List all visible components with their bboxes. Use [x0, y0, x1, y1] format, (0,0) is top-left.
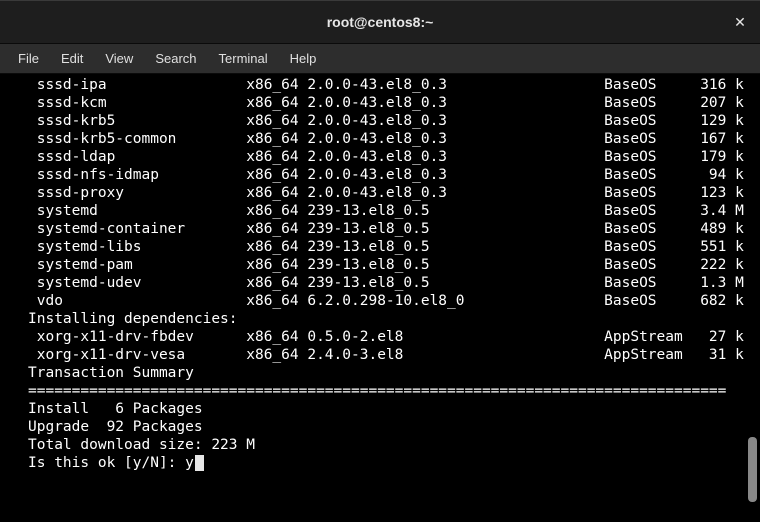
- summary-rule: ========================================…: [0, 382, 760, 400]
- dep-row: xorg-x11-drv-fbdev x86_64 0.5.0-2.el8 Ap…: [28, 328, 760, 346]
- package-row: systemd-pam x86_64 239-13.el8_0.5 BaseOS…: [28, 256, 760, 274]
- terminal-output[interactable]: sssd-ipa x86_64 2.0.0-43.el8_0.3 BaseOS …: [0, 74, 760, 522]
- terminal-window: root@centos8:~ ✕ File Edit View Search T…: [0, 0, 760, 522]
- menubar: File Edit View Search Terminal Help: [0, 44, 760, 74]
- package-row: sssd-nfs-idmap x86_64 2.0.0-43.el8_0.3 B…: [28, 166, 760, 184]
- scrollbar[interactable]: [748, 60, 757, 502]
- package-row: sssd-ipa x86_64 2.0.0-43.el8_0.3 BaseOS …: [28, 76, 760, 94]
- package-row: sssd-krb5-common x86_64 2.0.0-43.el8_0.3…: [28, 130, 760, 148]
- menu-help[interactable]: Help: [280, 47, 327, 70]
- package-row: sssd-kcm x86_64 2.0.0-43.el8_0.3 BaseOS …: [28, 94, 760, 112]
- deps-header: Installing dependencies:: [0, 310, 760, 328]
- package-row: systemd-container x86_64 239-13.el8_0.5 …: [28, 220, 760, 238]
- confirm-prompt[interactable]: Is this ok [y/N]: y: [0, 454, 760, 472]
- titlebar: root@centos8:~ ✕: [0, 0, 760, 44]
- package-row: sssd-ldap x86_64 2.0.0-43.el8_0.3 BaseOS…: [28, 148, 760, 166]
- close-icon[interactable]: ✕: [730, 12, 750, 32]
- summary-install: Install 6 Packages: [0, 400, 760, 418]
- package-row: sssd-krb5 x86_64 2.0.0-43.el8_0.3 BaseOS…: [28, 112, 760, 130]
- cursor: [195, 455, 204, 471]
- package-row: systemd-libs x86_64 239-13.el8_0.5 BaseO…: [28, 238, 760, 256]
- package-row: systemd-udev x86_64 239-13.el8_0.5 BaseO…: [28, 274, 760, 292]
- menu-view[interactable]: View: [95, 47, 143, 70]
- summary-total: Total download size: 223 M: [0, 436, 760, 454]
- window-title: root@centos8:~: [327, 14, 434, 30]
- menu-file[interactable]: File: [8, 47, 49, 70]
- menu-edit[interactable]: Edit: [51, 47, 93, 70]
- menu-terminal[interactable]: Terminal: [209, 47, 278, 70]
- summary-upgrade: Upgrade 92 Packages: [0, 418, 760, 436]
- dep-row: xorg-x11-drv-vesa x86_64 2.4.0-3.el8 App…: [28, 346, 760, 364]
- package-row: systemd x86_64 239-13.el8_0.5 BaseOS 3.4…: [28, 202, 760, 220]
- scroll-thumb[interactable]: [748, 437, 757, 502]
- menu-search[interactable]: Search: [145, 47, 206, 70]
- package-row: vdo x86_64 6.2.0.298-10.el8_0 BaseOS 682…: [28, 292, 760, 310]
- package-row: sssd-proxy x86_64 2.0.0-43.el8_0.3 BaseO…: [28, 184, 760, 202]
- summary-header: Transaction Summary: [0, 364, 760, 382]
